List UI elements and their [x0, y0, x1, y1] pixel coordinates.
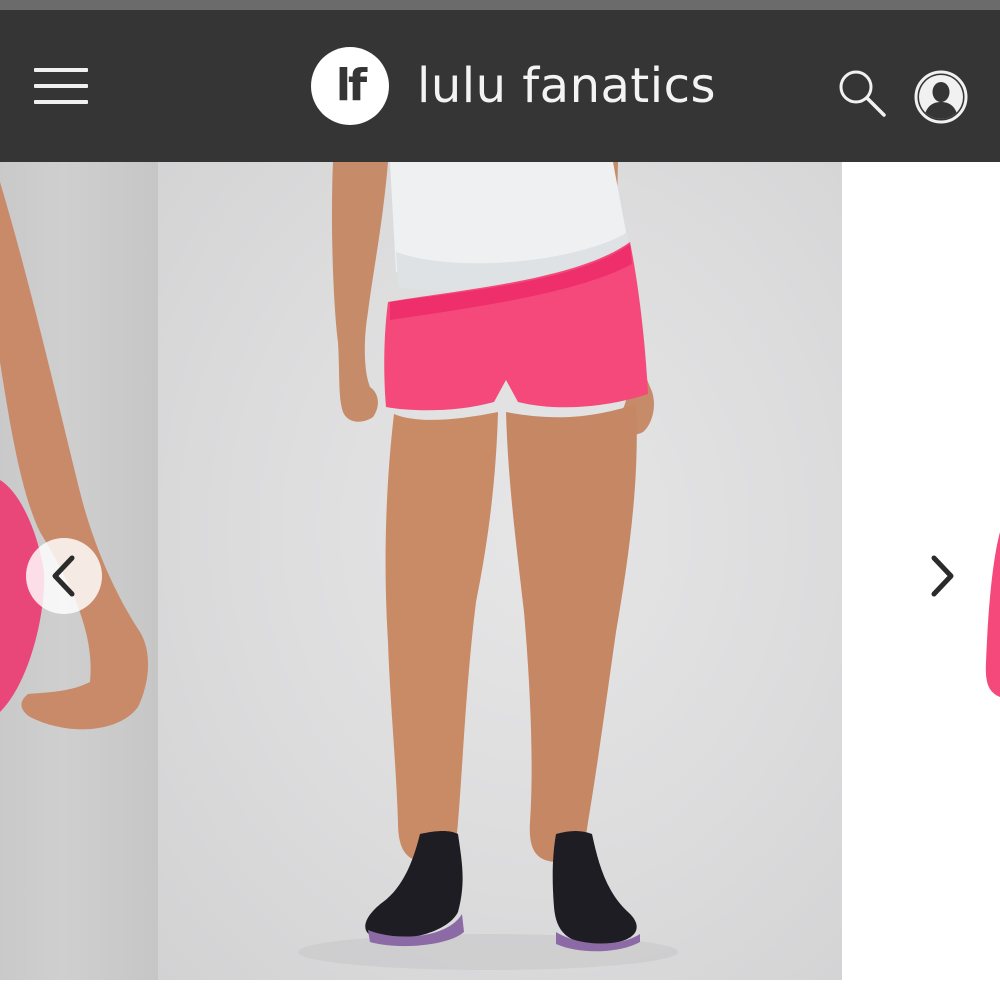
menu-button[interactable]	[30, 62, 92, 110]
brand-home-link[interactable]: lf lulu fanatics	[311, 46, 716, 126]
status-strip	[0, 0, 1000, 10]
brand-name: lulu fanatics	[417, 58, 716, 114]
account-button[interactable]	[912, 68, 970, 126]
app-header: lf lulu fanatics	[0, 10, 1000, 162]
search-button[interactable]	[834, 66, 890, 122]
next-product-photo	[985, 532, 1000, 697]
hamburger-menu-icon-bar	[34, 100, 88, 104]
product-image-carousel	[0, 162, 1000, 980]
carousel-next-button[interactable]	[910, 542, 974, 610]
chevron-left-icon	[52, 555, 75, 597]
next-slide-preview	[984, 162, 1000, 980]
carousel-prev-button[interactable]	[26, 538, 102, 614]
hamburger-menu-icon-bar	[34, 84, 88, 88]
brand-logo: lf	[311, 47, 389, 125]
user-account-icon	[914, 70, 968, 124]
hamburger-menu-icon	[34, 68, 88, 72]
main-product-photo	[158, 162, 842, 980]
product-photo-pink-running-shorts	[298, 162, 678, 970]
chevron-right-icon	[931, 555, 954, 597]
brand-logo-text: lf	[335, 60, 367, 111]
search-icon	[839, 70, 886, 117]
